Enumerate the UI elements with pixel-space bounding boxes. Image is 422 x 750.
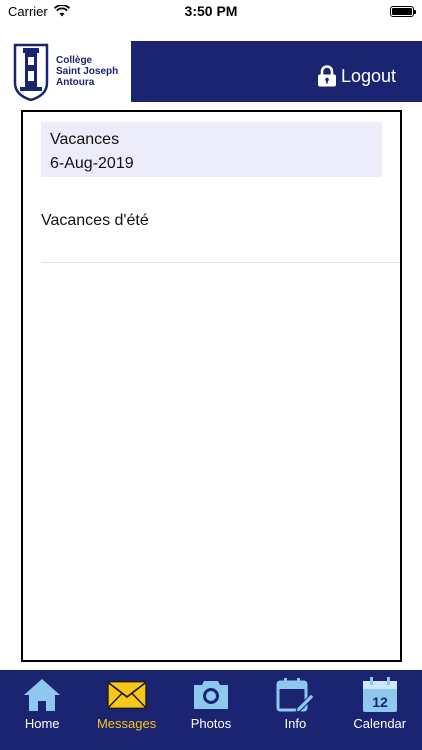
message-date: 6-Aug-2019 (50, 155, 134, 172)
tab-bar: Home Messages Photos Info 12 Calendar (0, 670, 422, 750)
tower-logo-icon (13, 43, 49, 101)
message-detail-frame: Vacances 6-Aug-2019 Vacances d'été (21, 110, 402, 662)
carrier-label: Carrier (8, 3, 48, 19)
school-logo: Collège Saint Joseph Antoura (0, 41, 131, 102)
message-body: Vacances d'été (41, 212, 149, 229)
home-icon (24, 679, 61, 711)
calendar-icon: 12 (362, 677, 397, 712)
calendar-day-number: 12 (372, 694, 388, 710)
wifi-icon (53, 5, 70, 17)
screen: Carrier 3:50 PM Collège Saint Joseph Ant… (0, 0, 422, 750)
app-header: Collège Saint Joseph Antoura Logout (0, 41, 422, 102)
tab-calendar[interactable]: 12 Calendar (338, 676, 422, 731)
logout-label: Logout (340, 65, 396, 86)
tab-messages[interactable]: Messages (85, 676, 169, 731)
message-title: Vacances (50, 131, 120, 148)
battery-icon (390, 5, 416, 17)
camera-icon (193, 681, 228, 709)
tab-photos[interactable]: Photos (169, 676, 253, 731)
envelope-icon (106, 680, 147, 710)
tab-home[interactable]: Home (0, 676, 84, 731)
divider (41, 262, 400, 263)
edit-calendar-icon (276, 678, 316, 713)
message-header-card: Vacances 6-Aug-2019 (41, 122, 382, 177)
lock-icon (317, 65, 336, 87)
tab-info[interactable]: Info (253, 676, 337, 731)
logout-button[interactable]: Logout (317, 63, 396, 89)
school-name: Collège Saint Joseph Antoura (56, 55, 119, 88)
status-bar: Carrier 3:50 PM (0, 0, 422, 22)
